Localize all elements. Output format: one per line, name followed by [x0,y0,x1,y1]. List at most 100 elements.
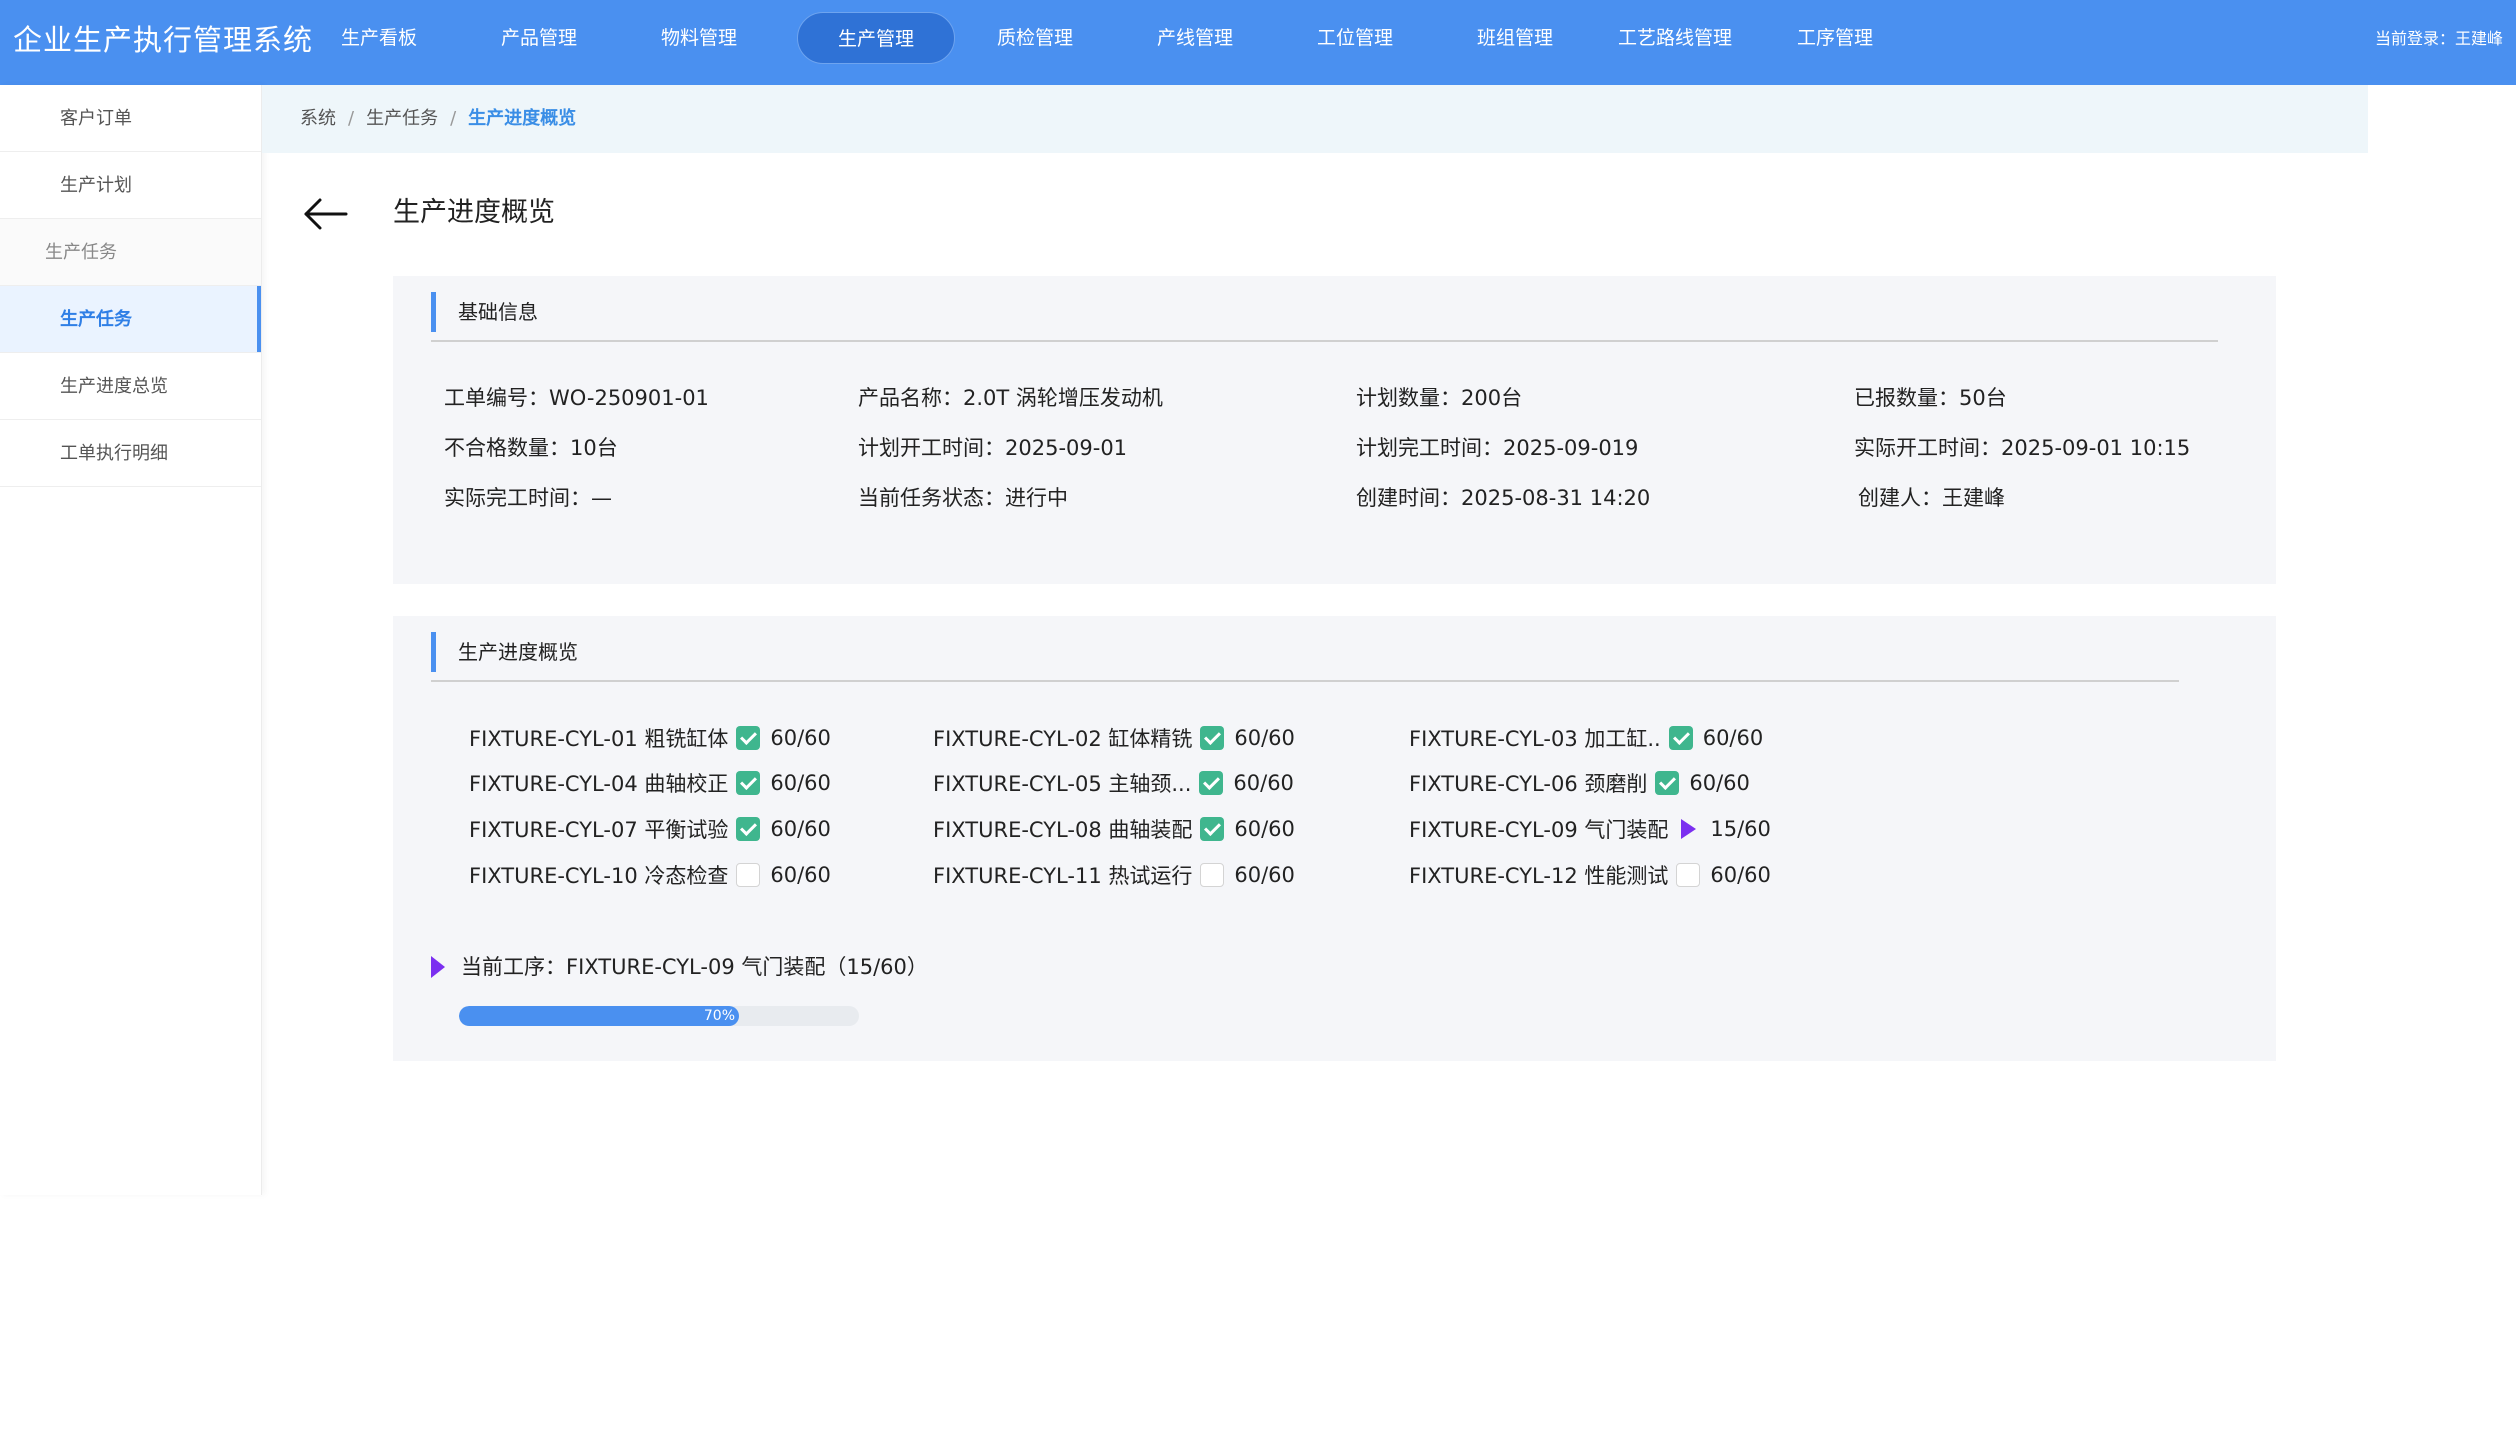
process-item[interactable]: FIXTURE-CYL-04 曲轴校正 60/60 [469,765,831,801]
field-product-name: 产品名称：2.0T 涡轮增压发动机 [858,386,1163,410]
top-navigation-bar: 企业生产执行管理系统 生产看板 产品管理 物料管理 生产管理 质检管理 产线管理… [0,0,2516,85]
process-item[interactable]: FIXTURE-CYL-06 颈磨削 60/60 [1409,765,1750,801]
process-name: FIXTURE-CYL-01 粗铣缸体 [469,727,729,751]
field-defect-qty: 不合格数量：10台 [444,436,618,460]
process-count: 60/60 [1710,863,1771,887]
progress-bar: 70% [459,1006,859,1026]
process-item[interactable]: FIXTURE-CYL-12 性能测试 60/60 [1409,857,1771,893]
field-work-order-no: 工单编号：WO-250901-01 [444,386,709,410]
process-count: 60/60 [1234,863,1295,887]
sidebar-group-production-tasks[interactable]: 生产任务 [0,219,261,286]
process-name: FIXTURE-CYL-07 平衡试验 [469,818,729,842]
nav-tab-teams[interactable]: 班组管理 [1436,12,1594,64]
check-icon [1668,726,1693,750]
app-title: 企业生产执行管理系统 [13,23,314,57]
process-item[interactable]: FIXTURE-CYL-10 冷态检查 60/60 [469,857,831,893]
current-user: 当前登录：王建峰 [2374,29,2503,48]
empty-box-icon [736,863,761,887]
sidebar-item-production-plan[interactable]: 生产计划 [0,152,261,219]
nav-tab-dashboard[interactable]: 生产看板 [300,12,458,64]
nav-tab-routes[interactable]: 工艺路线管理 [1596,12,1754,64]
process-name: FIXTURE-CYL-11 热试运行 [933,864,1193,888]
process-count: 60/60 [770,771,831,795]
field-reported-qty: 已报数量：50台 [1854,386,2007,410]
breadcrumb-item-tasks[interactable]: 生产任务 [366,108,438,129]
sidebar: 客户订单 生产计划 生产任务 生产任务 生产进度总览 工单执行明细 [0,85,262,1195]
process-name: FIXTURE-CYL-08 曲轴装配 [933,818,1193,842]
basic-info-title: 基础信息 [431,292,538,332]
section-divider [431,340,2218,342]
process-item[interactable]: FIXTURE-CYL-03 加工缸.. 60/60 [1409,720,1763,756]
check-icon [1655,771,1680,795]
arrow-left-icon[interactable] [302,196,348,232]
process-item[interactable]: FIXTURE-CYL-08 曲轴装配 60/60 [933,811,1295,847]
check-icon [1199,771,1224,795]
process-name: FIXTURE-CYL-09 气门装配 [1409,818,1669,842]
field-planned-finish: 计划完工时间：2025-09-019 [1356,436,1639,460]
breadcrumb: 系统 / 生产任务 / 生产进度概览 [262,85,2368,153]
section-divider [431,680,2179,682]
progress-bar-fill: 70% [459,1006,739,1026]
check-icon [736,817,761,841]
field-planned-qty: 计划数量：200台 [1356,386,1523,410]
breadcrumb-separator: / [348,108,355,129]
field-creator: 创建人：王建峰 [1858,486,2005,510]
process-count: 60/60 [1233,771,1294,795]
play-icon [1676,817,1700,841]
process-name: FIXTURE-CYL-02 缸体精铣 [933,727,1193,751]
process-name: FIXTURE-CYL-12 性能测试 [1409,864,1669,888]
process-count: 60/60 [1234,817,1295,841]
nav-tab-processes[interactable]: 工序管理 [1756,12,1914,64]
field-created-time: 创建时间：2025-08-31 14:20 [1356,486,1651,510]
process-count: 60/60 [1689,771,1750,795]
process-item[interactable]: FIXTURE-CYL-11 热试运行 60/60 [933,857,1295,893]
breadcrumb-current: 生产进度概览 [468,108,577,129]
process-name: FIXTURE-CYL-06 颈磨削 [1409,772,1648,796]
progress-card: 生产进度概览 FIXTURE-CYL-01 粗铣缸体 60/60 FIXTURE-C… [393,616,2276,1061]
nav-tab-quality[interactable]: 质检管理 [956,12,1114,64]
field-actual-start: 实际开工时间：2025-09-01 10:15 [1854,436,2191,460]
process-name: FIXTURE-CYL-03 加工缸.. [1409,727,1661,751]
play-icon [431,956,445,978]
breadcrumb-separator: / [450,108,457,129]
process-item[interactable]: FIXTURE-CYL-01 粗铣缸体 60/60 [469,720,831,756]
nav-tab-materials[interactable]: 物料管理 [620,12,778,64]
sidebar-item-production-tasks[interactable]: 生产任务 [0,286,261,353]
process-count: 15/60 [1710,817,1771,841]
process-count: 60/60 [1702,726,1764,750]
field-planned-start: 计划开工时间：2025-09-01 [858,436,1128,460]
sidebar-item-execution-detail[interactable]: 工单执行明细 [0,420,261,487]
field-actual-finish: 实际完工时间：— [444,486,612,510]
nav-tab-stations[interactable]: 工位管理 [1276,12,1434,64]
process-count: 60/60 [770,726,831,750]
process-item[interactable]: FIXTURE-CYL-02 缸体精铣 60/60 [933,720,1295,756]
process-item[interactable]: FIXTURE-CYL-05 主轴颈... 60/60 [933,765,1294,801]
breadcrumb-item-system[interactable]: 系统 [300,108,336,129]
process-count: 60/60 [770,863,831,887]
process-item[interactable]: FIXTURE-CYL-09 气门装配 15/60 [1409,811,1771,847]
process-name: FIXTURE-CYL-05 主轴颈... [933,772,1192,796]
process-item[interactable]: FIXTURE-CYL-07 平衡试验 60/60 [469,811,831,847]
current-step-label: 当前工序：FIXTURE-CYL-09 气门装配（15/60） [461,955,928,979]
process-name: FIXTURE-CYL-04 曲轴校正 [469,772,729,796]
sidebar-item-customer-orders[interactable]: 客户订单 [0,85,261,152]
nav-tab-products[interactable]: 产品管理 [460,12,618,64]
empty-box-icon [1676,863,1701,887]
check-icon [736,726,761,750]
page-title: 生产进度概览 [393,197,555,228]
sidebar-item-progress-overview[interactable]: 生产进度总览 [0,353,261,420]
nav-tab-production[interactable]: 生产管理 [797,12,955,64]
field-task-status: 当前任务状态：进行中 [858,486,1068,510]
check-icon [736,771,761,795]
basic-info-card: 基础信息 工单编号：WO-250901-01 产品名称：2.0T 涡轮增压发动机… [393,276,2276,584]
process-count: 60/60 [1234,726,1295,750]
check-icon [1200,726,1225,750]
empty-box-icon [1200,863,1225,887]
main-nav: 生产看板 产品管理 物料管理 生产管理 质检管理 产线管理 工位管理 班组管理 … [300,0,1900,85]
nav-tab-lines[interactable]: 产线管理 [1116,12,1274,64]
process-name: FIXTURE-CYL-10 冷态检查 [469,864,729,888]
progress-title: 生产进度概览 [431,632,578,672]
current-step: 当前工序：FIXTURE-CYL-09 气门装配（15/60） [431,950,928,984]
process-count: 60/60 [770,817,831,841]
check-icon [1200,817,1225,841]
